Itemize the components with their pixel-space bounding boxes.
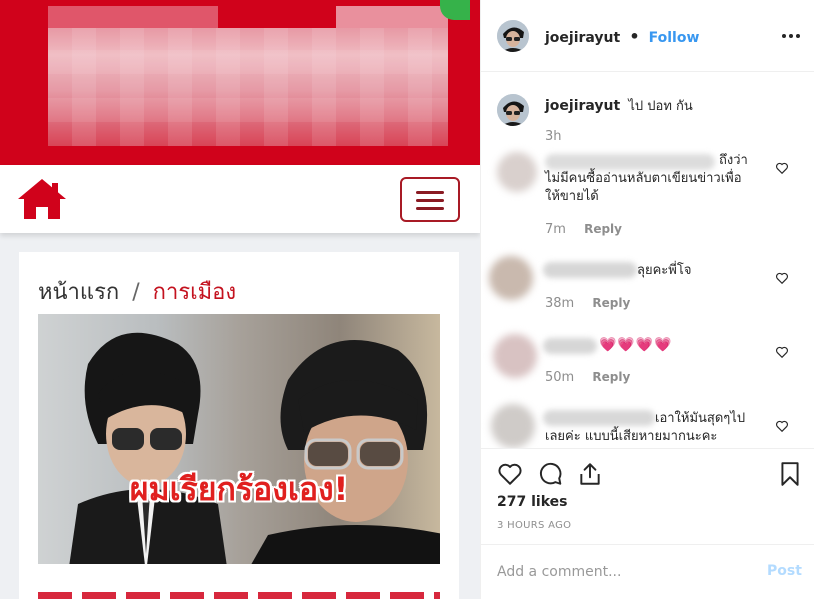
author-line: joejirayut • Follow	[545, 27, 699, 46]
comment-time: 50m	[545, 370, 575, 385]
commenter-name-blurred[interactable]	[543, 338, 597, 354]
reply-button[interactable]: Reply	[592, 370, 630, 384]
pixelated-strip	[336, 6, 448, 28]
reply-button[interactable]: Reply	[592, 296, 630, 310]
site-red-header	[0, 0, 480, 165]
caption: joejirayut ไป ปอท กัน	[545, 95, 693, 116]
bookmark-icon[interactable]	[777, 461, 803, 487]
post-timestamp: 3 HOURS AGO	[497, 520, 572, 531]
breadcrumb: หน้าแรก / การเมือง	[38, 274, 236, 309]
commenter-avatar-blurred[interactable]	[497, 152, 537, 192]
commenter-name-blurred[interactable]	[543, 410, 655, 426]
separator-dot: •	[629, 27, 640, 46]
caption-text: ไป ปอท กัน	[628, 99, 693, 114]
more-options-icon[interactable]	[781, 26, 801, 46]
article-card: หน้าแรก / การเมือง ผมเรียกร้องเอง!	[19, 252, 459, 599]
post-image[interactable]: หน้าแรก / การเมือง ผมเรียกร้องเอง!	[0, 0, 480, 599]
post-actions: 277 likes 3 HOURS AGO	[481, 448, 814, 544]
commenter-name-blurred[interactable]	[545, 154, 715, 170]
comment-time: 7m	[545, 222, 566, 237]
share-icon[interactable]	[577, 461, 603, 487]
breadcrumb-category: การเมือง	[152, 280, 237, 305]
person-right-figure	[251, 340, 440, 564]
post-side-panel: joejirayut • Follow joejirayut ไป ปอท กั…	[480, 0, 814, 599]
comment-text: ให้ขายได้	[545, 189, 599, 204]
add-comment-bar: Post	[481, 544, 814, 599]
home-icon	[18, 179, 66, 219]
follow-button[interactable]: Follow	[649, 30, 700, 46]
post-header: joejirayut • Follow	[481, 0, 814, 72]
comment-text: ถึงว่า	[719, 153, 748, 168]
photo-headline-overlay: ผมเรียกร้องเอง!	[129, 470, 349, 508]
comment-text: เลยค่ะ แบบนี้เสียหายมากนะคะ	[545, 429, 718, 444]
comment-icon[interactable]	[537, 461, 563, 487]
post-button[interactable]: Post	[767, 563, 802, 579]
comment-like-heart-icon[interactable]	[775, 345, 789, 359]
pixelated-gap	[218, 6, 336, 28]
comment-like-heart-icon[interactable]	[775, 161, 789, 175]
comment-text: 💗💗💗💗	[599, 337, 673, 353]
caption-username[interactable]: joejirayut	[545, 98, 620, 114]
article-title-cropped	[38, 582, 440, 599]
comment-input[interactable]	[497, 562, 747, 582]
breadcrumb-home: หน้าแรก	[38, 280, 120, 305]
reply-button[interactable]: Reply	[584, 222, 622, 236]
comment-meta: 50m Reply	[545, 370, 630, 385]
comment-meta: 7m Reply	[545, 222, 622, 237]
comment-like-heart-icon[interactable]	[775, 271, 789, 285]
hamburger-menu-icon	[400, 177, 460, 222]
heart-icon[interactable]	[497, 461, 523, 487]
pixelated-strip	[48, 6, 218, 28]
caption-time: 3h	[545, 129, 562, 144]
site-nav-bar	[0, 165, 480, 233]
author-username[interactable]: joejirayut	[545, 30, 620, 46]
commenter-avatar-blurred[interactable]	[493, 334, 537, 378]
phone-badge-icon	[440, 0, 470, 20]
breadcrumb-separator: /	[132, 280, 140, 305]
comment-like-heart-icon[interactable]	[775, 419, 789, 433]
comment-time: 38m	[545, 296, 575, 311]
article-photo: ผมเรียกร้องเอง!	[38, 314, 440, 564]
instagram-post-view: หน้าแรก / การเมือง ผมเรียกร้องเอง! joeji…	[0, 0, 814, 599]
person-left-figure	[69, 332, 227, 564]
commenter-avatar-blurred[interactable]	[489, 256, 533, 300]
author-avatar[interactable]	[497, 20, 529, 52]
comment-text: ลุยคะพี่โจ	[637, 263, 692, 278]
likes-count[interactable]: 277 likes	[497, 494, 567, 510]
comment-text: เอาให้มันสุดๆไป	[655, 411, 746, 426]
caption-avatar[interactable]	[497, 94, 529, 126]
commenter-name-blurred[interactable]	[543, 262, 637, 278]
comment-meta: 38m Reply	[545, 296, 630, 311]
commenter-avatar-blurred[interactable]	[491, 404, 535, 448]
comments-list[interactable]: joejirayut ไป ปอท กัน 3h ถึงว่า ไม่มีคนซ…	[481, 72, 814, 448]
comment-text: ไม่มีคนซื้ออ่านหลับตาเขียนข่าวเพื่อ	[545, 171, 742, 186]
